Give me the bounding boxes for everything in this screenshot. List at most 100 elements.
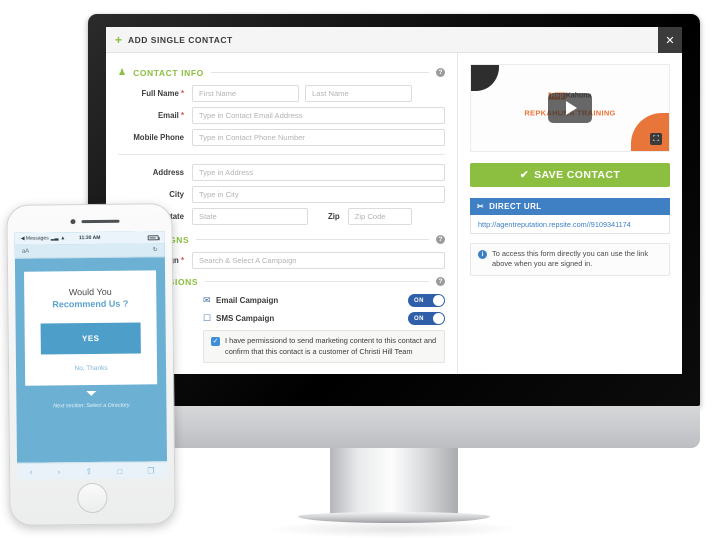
consent-checkbox[interactable]: ✓ — [211, 337, 220, 346]
divider-rule — [210, 72, 429, 73]
monitor-chin — [88, 406, 700, 448]
status-right — [103, 234, 159, 241]
back-icon[interactable]: ‹ — [30, 467, 33, 476]
bookmarks-icon[interactable]: □ — [117, 466, 122, 475]
help-icon-campaigns[interactable]: ? — [436, 235, 445, 244]
campaign-search-input[interactable]: Search & Select A Campaign — [192, 252, 445, 269]
last-name-input[interactable]: Last Name — [305, 85, 412, 102]
email-label-text: Email — [157, 111, 179, 120]
desktop-monitor: + ADD SINGLE CONTACT ✕ ♟ CONTACT INFO ? — [88, 14, 700, 538]
question-line-2: Recommend Us ? — [52, 298, 129, 310]
full-name-row: Full Name * First Name Last Name — [118, 85, 445, 102]
phone-content: Would You Recommend Us ? YES No, Thanks … — [15, 257, 167, 410]
direct-url-title: DIRECT URL — [489, 202, 542, 211]
question-line-1: Would You — [68, 286, 112, 298]
address-label: Address — [152, 168, 184, 177]
mobile-phone-icon: ☐ — [203, 313, 212, 323]
required-marker: * — [180, 111, 184, 120]
divider-rule — [196, 239, 429, 240]
right-panel: RepKahuna REPKAHUNA TRAINING ⛶ ✔ SAVE CO… — [458, 53, 682, 374]
required-marker: * — [180, 89, 184, 98]
tabs-icon[interactable]: ❐ — [147, 466, 154, 475]
battery-icon — [147, 234, 159, 240]
training-video-thumbnail[interactable]: RepKahuna REPKAHUNA TRAINING ⛶ — [470, 64, 670, 152]
toggle-state-label: ON — [414, 297, 424, 304]
safari-toolbar: ‹ › ⇧ □ ❐ — [17, 461, 168, 480]
divider-rule — [205, 281, 429, 282]
full-name-label-text: Full Name — [141, 89, 179, 98]
iphone-mockup: ◀ Messages ▂▃ ▲ 11:30 AM aA ↻ Would You … — [6, 203, 176, 526]
save-contact-button[interactable]: ✔ SAVE CONTACT — [470, 163, 670, 187]
city-input[interactable]: Type in City — [192, 186, 445, 203]
no-thanks-link[interactable]: No, Thanks — [35, 364, 147, 372]
consent-box: ✓ I have permissiond to send marketing c… — [203, 330, 445, 364]
status-left: ◀ Messages ▂▃ ▲ — [21, 235, 76, 242]
back-to-messages-link[interactable]: ◀ Messages — [21, 235, 49, 241]
link-icon: ✂ — [477, 202, 485, 211]
next-section-text: Next section: Select a Directory — [53, 402, 130, 410]
mobile-phone-row: Mobile Phone Type in Contact Phone Numbe… — [118, 129, 445, 146]
contact-info-section-header: ♟ CONTACT INFO ? — [118, 67, 445, 78]
earpiece-speaker — [81, 219, 120, 224]
toggle-knob — [433, 295, 444, 306]
sms-campaign-row: ☐ SMS Campaign ON — [203, 312, 445, 325]
mobile-phone-input[interactable]: Type in Contact Phone Number — [192, 129, 445, 146]
fullscreen-icon[interactable]: ⛶ — [650, 133, 662, 145]
phone-screen: ◀ Messages ▂▃ ▲ 11:30 AM aA ↻ Would You … — [14, 231, 168, 463]
address-row: Address Type in Address — [118, 164, 445, 181]
play-icon[interactable] — [548, 93, 592, 123]
info-note-text: To access this form directly you can use… — [492, 249, 649, 269]
wifi-icon: ▲ — [60, 235, 66, 242]
consent-text: I have permissiond to send marketing con… — [225, 336, 437, 356]
form-divider — [118, 154, 445, 155]
email-campaign-toggle[interactable]: ON — [408, 294, 445, 307]
save-contact-label: SAVE CONTACT — [534, 169, 621, 181]
video-corner-shape — [471, 65, 499, 91]
required-marker: * — [180, 256, 184, 265]
toggle-state-label: ON — [414, 315, 424, 322]
modal-header: + ADD SINGLE CONTACT ✕ — [106, 27, 682, 53]
envelope-icon: ✉ — [203, 295, 211, 305]
email-row: Email * Type in Contact Email Address — [118, 107, 445, 124]
modal-title: ADD SINGLE CONTACT — [128, 34, 233, 45]
signal-icon: ▂▃ — [50, 235, 59, 242]
direct-url-link[interactable]: http://agentreputation.repsite.com//9109… — [478, 220, 631, 229]
home-button[interactable] — [77, 482, 108, 514]
info-note: i To access this form directly you can u… — [470, 243, 670, 276]
reload-icon[interactable]: ↻ — [153, 246, 158, 253]
address-input[interactable]: Type in Address — [192, 164, 445, 181]
recommend-card: Would You Recommend Us ? YES No, Thanks — [24, 270, 158, 386]
monitor-stand-neck — [330, 448, 458, 518]
close-icon[interactable]: ✕ — [658, 27, 682, 53]
plus-icon: + — [115, 32, 123, 47]
text-size-icon[interactable]: aA — [22, 248, 29, 254]
help-icon-contact-info[interactable]: ? — [436, 68, 445, 77]
yes-button[interactable]: YES — [40, 322, 141, 355]
monitor-screen: + ADD SINGLE CONTACT ✕ ♟ CONTACT INFO ? — [106, 27, 682, 374]
email-campaign-row: ✉ Email Campaign ON — [203, 294, 445, 307]
first-name-input[interactable]: First Name — [192, 85, 299, 102]
zip-label: Zip — [328, 212, 340, 221]
monitor-shadow — [269, 520, 519, 538]
city-row: City Type in City — [118, 186, 445, 203]
modal-body: ♟ CONTACT INFO ? Full Name * First Name … — [106, 53, 682, 374]
contact-info-title: CONTACT INFO — [133, 67, 204, 78]
down-arrow-icon — [86, 390, 97, 397]
forward-icon[interactable]: › — [58, 467, 61, 476]
direct-url-body: http://agentreputation.repsite.com//9109… — [470, 215, 670, 234]
share-icon[interactable]: ⇧ — [85, 466, 92, 475]
add-single-contact-modal: + ADD SINGLE CONTACT ✕ ♟ CONTACT INFO ? — [106, 27, 682, 374]
status-time: 11:30 AM — [78, 234, 101, 242]
person-icon: ♟ — [118, 67, 127, 77]
help-icon-permissions[interactable]: ? — [436, 277, 445, 286]
front-camera-icon — [70, 219, 76, 225]
info-icon: i — [478, 250, 487, 259]
state-input[interactable]: State — [192, 208, 308, 225]
email-input[interactable]: Type in Contact Email Address — [192, 107, 445, 124]
direct-url-header: ✂ DIRECT URL — [470, 198, 670, 215]
toggle-knob — [433, 313, 444, 324]
zip-input[interactable]: Zip Code — [347, 208, 412, 225]
email-campaign-label: Email Campaign — [216, 296, 279, 305]
sms-campaign-toggle[interactable]: ON — [408, 312, 445, 325]
city-label: City — [169, 190, 184, 199]
